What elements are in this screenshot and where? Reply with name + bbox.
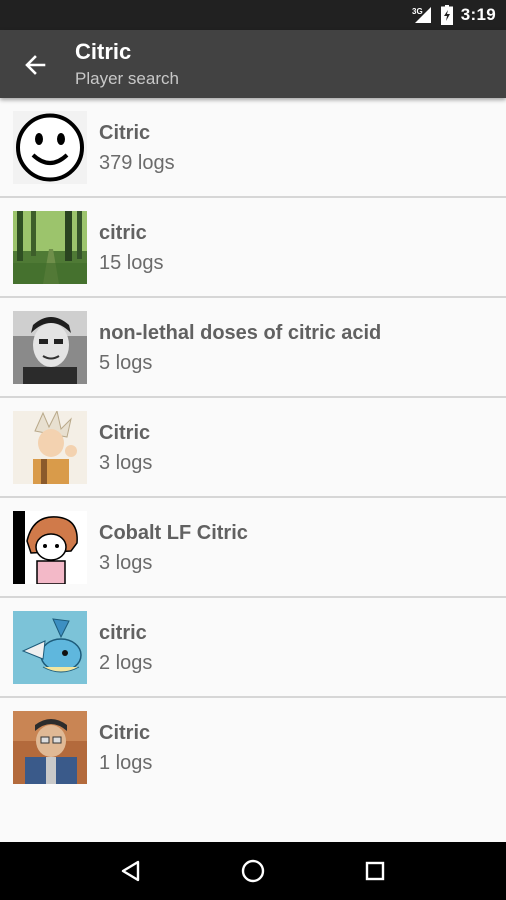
signal-icon: 3G	[411, 6, 433, 24]
forest-avatar	[13, 211, 87, 284]
network-type-label: 3G	[412, 7, 423, 16]
portrait-avatar	[13, 311, 87, 384]
player-name: Citric	[99, 122, 151, 144]
player-name: citric	[99, 622, 147, 644]
player-log-count: 379 logs	[99, 152, 175, 174]
player-name: citric	[99, 222, 147, 244]
square-recents-icon	[365, 861, 385, 881]
player-row[interactable]: non-lethal doses of citric acid 5 logs	[0, 298, 506, 398]
player-log-count: 5 logs	[99, 352, 153, 374]
player-log-count: 3 logs	[99, 552, 153, 574]
player-row[interactable]: Cobalt LF Citric 3 logs	[0, 498, 506, 598]
player-name: non-lethal doses of citric acid	[99, 322, 382, 344]
player-name: Cobalt LF Citric	[99, 522, 248, 544]
triangle-back-icon	[121, 860, 140, 882]
player-name: Citric	[99, 722, 151, 744]
player-row[interactable]: Citric 3 logs	[0, 398, 506, 498]
clock-time: 3:19	[460, 5, 496, 24]
anime-avatar	[13, 411, 87, 484]
player-log-count: 3 logs	[99, 452, 153, 474]
battery-icon	[440, 5, 453, 25]
nav-back-button[interactable]	[107, 847, 155, 895]
app-bar: Citric Player search	[0, 30, 506, 98]
medic-avatar	[13, 711, 87, 784]
cartoon-girl-avatar	[13, 511, 87, 584]
nav-recents-button[interactable]	[351, 847, 399, 895]
player-list: Citric 379 logs citric 15 logs non-letha…	[0, 98, 506, 842]
player-name: Citric	[99, 422, 151, 444]
nav-home-button[interactable]	[229, 847, 277, 895]
page-title: Citric	[75, 39, 132, 64]
player-row[interactable]: Citric 1 logs	[0, 698, 506, 798]
circle-home-icon	[241, 859, 265, 883]
player-row[interactable]: Citric 379 logs	[0, 98, 506, 198]
system-nav-bar	[0, 842, 506, 900]
arrow-left-icon	[25, 55, 46, 75]
player-log-count: 15 logs	[99, 252, 164, 274]
player-log-count: 1 logs	[99, 752, 153, 774]
status-bar: 3G 3:19	[0, 0, 506, 30]
vaporeon-avatar	[13, 611, 87, 684]
player-row[interactable]: citric 15 logs	[0, 198, 506, 298]
back-button[interactable]	[14, 44, 56, 86]
player-log-count: 2 logs	[99, 652, 153, 674]
player-row[interactable]: citric 2 logs	[0, 598, 506, 698]
smiley-avatar	[13, 111, 87, 184]
page-subtitle: Player search	[75, 69, 179, 88]
